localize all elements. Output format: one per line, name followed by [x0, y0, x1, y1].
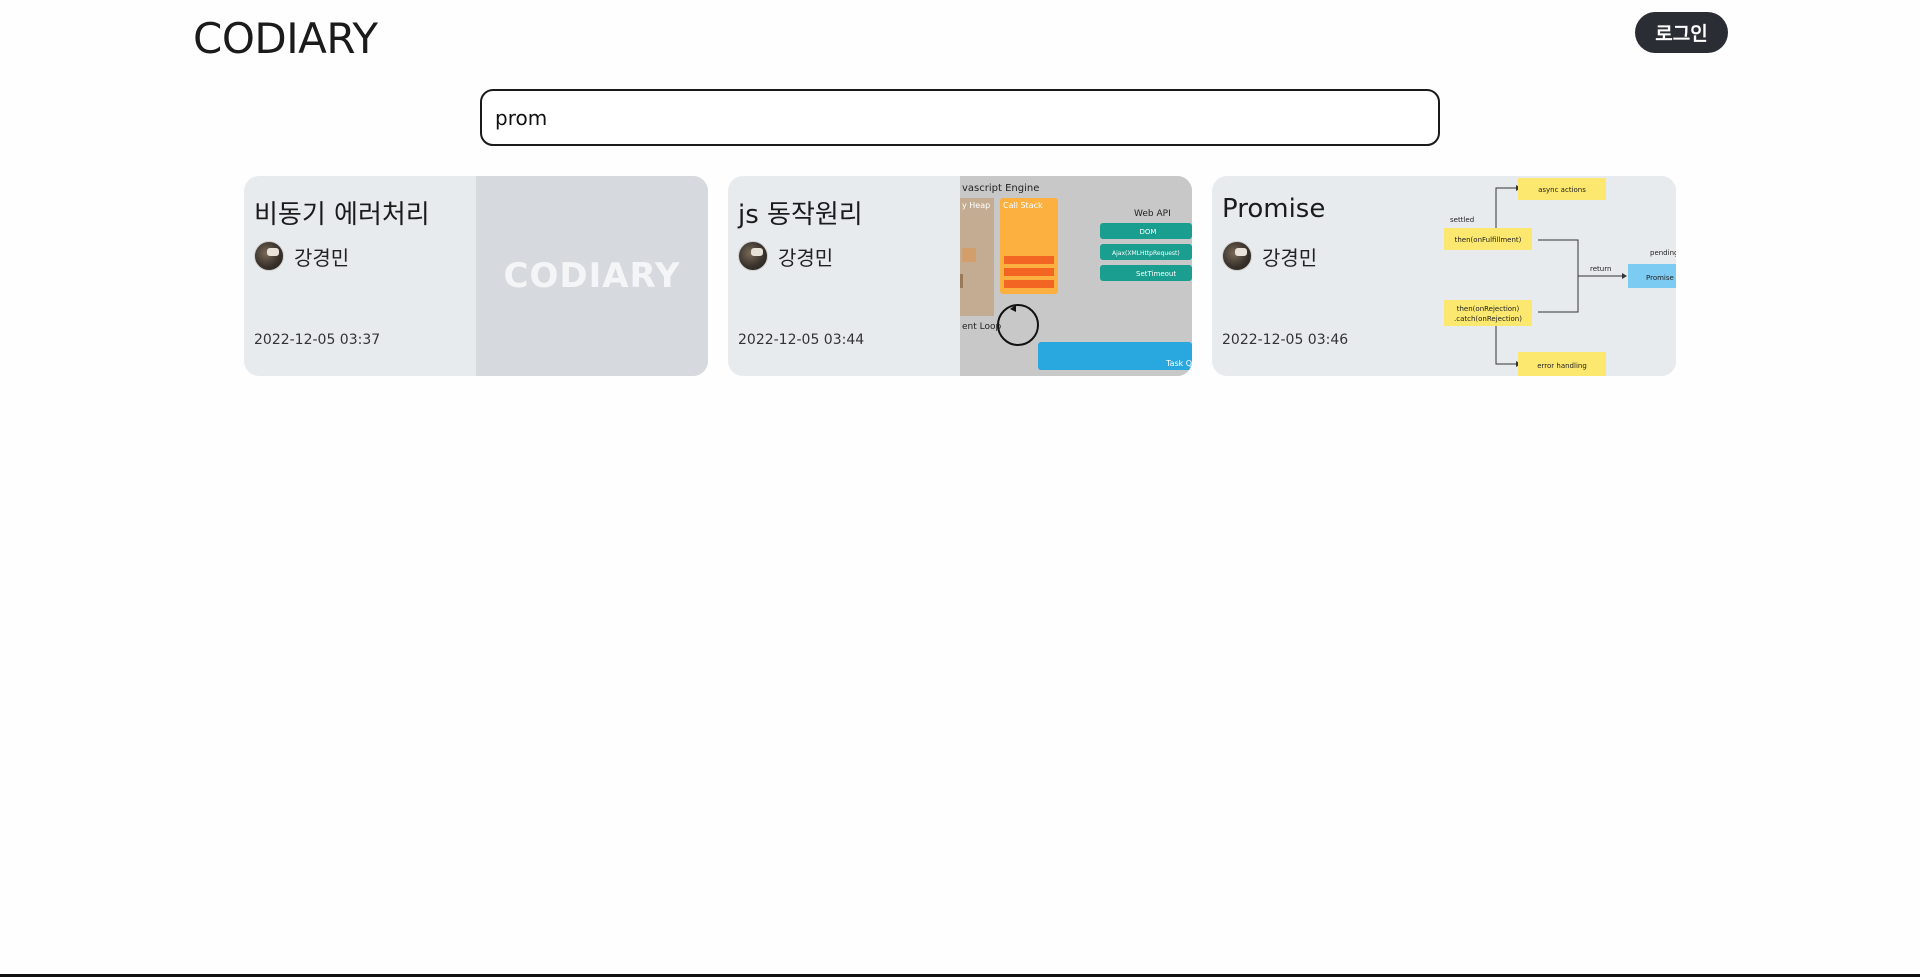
- card-thumbnail: CODIARY: [476, 176, 708, 376]
- post-card[interactable]: js 동작원리 강경민 2022-12-05 03:44 vascript En…: [728, 176, 1192, 376]
- card-title: 비동기 에러처리: [254, 200, 430, 230]
- logo[interactable]: CODIARY: [193, 14, 378, 63]
- svg-text:Ajax(XMLHttpRequest): Ajax(XMLHttpRequest): [1112, 250, 1180, 257]
- call-stack-box: [1000, 198, 1058, 294]
- thumbnail-logo: CODIARY: [503, 256, 681, 296]
- svg-text:SetTimeout: SetTimeout: [1136, 270, 1176, 278]
- card-info: 비동기 에러처리 강경민 2022-12-05 03:37: [244, 176, 476, 376]
- card-date: 2022-12-05 03:44: [738, 332, 865, 348]
- avatar: [738, 241, 768, 271]
- web-api-label: Web API: [1134, 209, 1171, 219]
- card-author: 강경민: [254, 241, 349, 271]
- card-title: js 동작원리: [738, 200, 863, 230]
- svg-text:async actions: async actions: [1538, 186, 1586, 194]
- svg-text:return: return: [1590, 265, 1611, 273]
- card-date: 2022-12-05 03:46: [1222, 332, 1349, 348]
- call-stack-label: Call Stack: [1003, 201, 1043, 210]
- card-author: 강경민: [738, 241, 833, 271]
- avatar: [254, 241, 284, 271]
- svg-text:then(onFulfillment): then(onFulfillment): [1455, 236, 1522, 244]
- promise-diagram: async actions settled then(onFulfillment…: [1444, 176, 1676, 376]
- card-info: Promise 강경민 2022-12-05 03:46: [1212, 176, 1444, 376]
- card-author: 강경민: [1222, 241, 1317, 271]
- author-name: 강경민: [1262, 245, 1318, 270]
- svg-text:then(onRejection): then(onRejection): [1457, 305, 1520, 313]
- svg-text:error handling: error handling: [1537, 362, 1587, 370]
- card-date: 2022-12-05 03:37: [254, 332, 381, 348]
- svg-text:settled: settled: [1450, 216, 1474, 224]
- svg-text:.catch(onRejection): .catch(onRejection): [1454, 315, 1522, 323]
- svg-text:Task Q: Task Q: [1165, 359, 1192, 368]
- svg-text:DOM: DOM: [1140, 228, 1157, 236]
- search-box: [480, 89, 1440, 146]
- js-runtime-diagram: vascript Engine y Heap Call Stack Web AP…: [960, 176, 1192, 376]
- event-loop-label: ent Loop: [962, 322, 1001, 332]
- card-title: Promise: [1222, 194, 1326, 224]
- login-button[interactable]: 로그인: [1635, 12, 1728, 53]
- card-info: js 동작원리 강경민 2022-12-05 03:44: [728, 176, 960, 376]
- search-input[interactable]: [482, 91, 1438, 144]
- svg-text:Promise: Promise: [1646, 274, 1674, 282]
- card-thumbnail: async actions settled then(onFulfillment…: [1444, 176, 1676, 376]
- engine-label: vascript Engine: [962, 183, 1039, 194]
- card-thumbnail: vascript Engine y Heap Call Stack Web AP…: [960, 176, 1192, 376]
- avatar: [1222, 241, 1252, 271]
- post-card[interactable]: Promise 강경민 2022-12-05 03:46 async actio…: [1212, 176, 1676, 376]
- author-name: 강경민: [778, 245, 834, 270]
- post-card[interactable]: 비동기 에러처리 강경민 2022-12-05 03:37 CODIARY: [244, 176, 708, 376]
- heap-label: y Heap: [962, 201, 990, 210]
- author-name: 강경민: [294, 245, 350, 270]
- svg-text:pending: pending: [1650, 249, 1676, 257]
